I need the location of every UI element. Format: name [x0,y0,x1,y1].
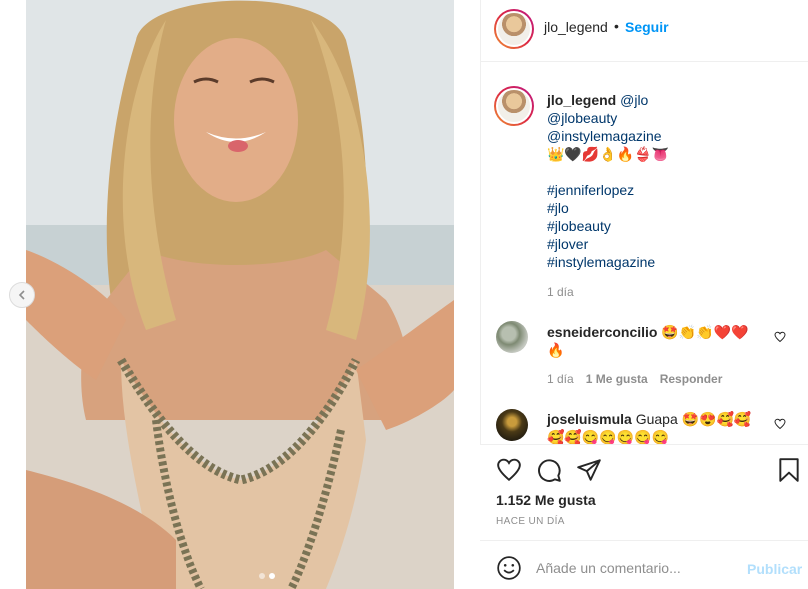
comment-composer: Publicar [480,540,808,589]
post-timestamp[interactable]: HACE UN DÍA [496,516,565,527]
comment-like-heart-icon[interactable] [774,418,786,430]
follow-button[interactable]: Seguir [625,19,669,35]
caption-first-line: jlo_legend @jlo [547,91,648,109]
header-separator: • [614,18,619,34]
caption-author-avatar[interactable] [494,86,534,126]
photo-illustration [26,0,454,589]
comment-reply-button[interactable]: Responder [660,372,723,386]
heart-icon[interactable] [496,457,522,483]
comment-icon[interactable] [536,457,562,483]
carousel-dots [259,573,275,579]
paper-plane-icon[interactable] [576,457,602,483]
author-avatar[interactable] [494,9,534,49]
comment-line-1: esneiderconcilio 🤩👏👏❤️❤️ [547,323,749,341]
commenter-username[interactable]: joseluismula [547,411,632,427]
hashtag-jenniferlopez[interactable]: #jenniferlopez [547,181,634,199]
comment-time[interactable]: 1 día [547,372,574,386]
caption-mention-instyle[interactable]: @instylemagazine [547,127,662,145]
smiley-icon[interactable] [496,555,522,581]
comment-text-continued: 🔥 [547,342,565,358]
author-username[interactable]: jlo_legend [544,19,608,35]
carousel-dot [259,573,265,579]
comment-input[interactable] [536,553,736,583]
publish-button[interactable]: Publicar [747,561,802,577]
post-header: jlo_legend • Seguir [480,0,808,62]
commenter-avatar[interactable] [496,409,528,441]
likes-count[interactable]: 1.152 Me gusta [496,492,596,508]
comment-text: 🤩👏👏❤️❤️ [661,324,749,340]
comment-line-1: joseluismula Guapa 🤩😍🥰🥰 [547,410,751,428]
hashtag-jlo[interactable]: #jlo [547,199,569,217]
carousel-dot-active [269,573,275,579]
commenter-avatar[interactable] [496,321,528,353]
carousel-prev-button[interactable] [9,282,35,308]
caption-time[interactable]: 1 día [547,285,574,299]
post-actions-section: 1.152 Me gusta HACE UN DÍA Publicar [480,444,808,589]
comment-likes[interactable]: 1 Me gusta [586,372,648,386]
caption-mention-jlo[interactable]: @jlo [620,92,648,108]
chevron-left-icon [18,290,25,300]
post-photo[interactable] [26,0,454,589]
comment-text: Guapa 🤩😍🥰🥰 [635,411,752,427]
comment-meta: 1 día 1 Me gusta Responder [547,372,722,386]
hashtag-jlobeauty[interactable]: #jlobeauty [547,217,611,235]
bookmark-icon[interactable] [776,457,802,483]
caption-emojis: 👑🖤💋👌🔥👙👅 [547,146,670,162]
caption-mention-jlobeauty[interactable]: @jlobeauty [547,109,617,127]
comment-like-heart-icon[interactable] [774,331,786,343]
hashtag-instylemagazine[interactable]: #instylemagazine [547,253,655,271]
commenter-username[interactable]: esneiderconcilio [547,324,657,340]
hashtag-jlover[interactable]: #jlover [547,235,588,253]
caption-author-username[interactable]: jlo_legend [547,92,616,108]
